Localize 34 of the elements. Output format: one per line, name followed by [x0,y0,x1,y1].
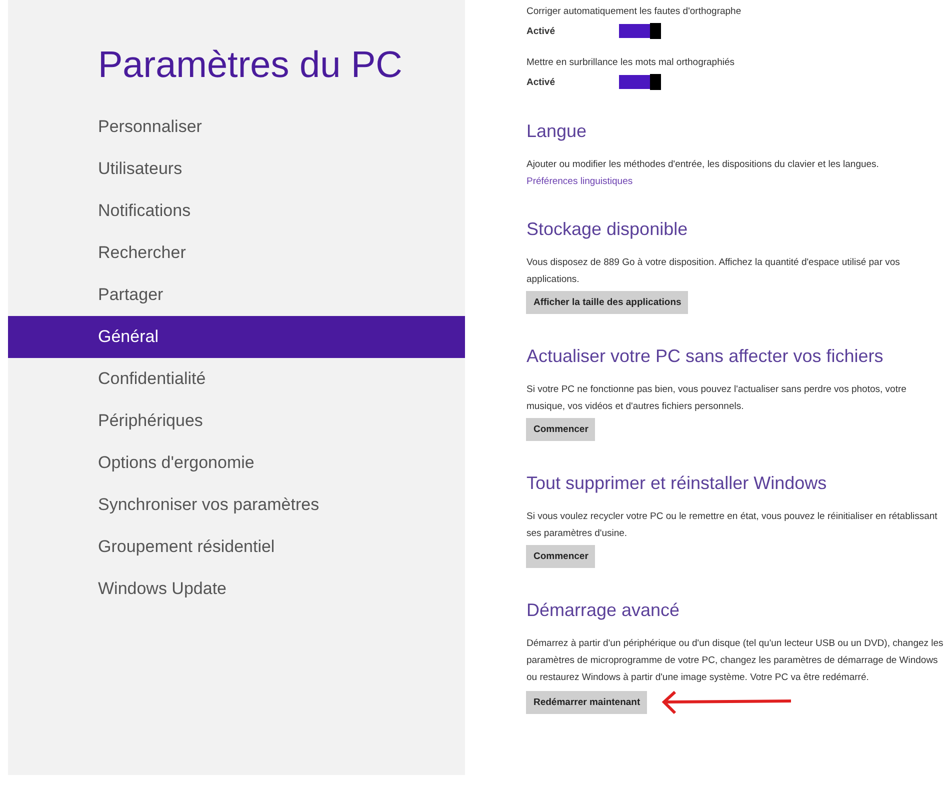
nav-item[interactable]: Confidentialité [8,358,466,400]
nav-item[interactable]: Général [8,316,466,358]
setting-label: Mettre en surbrillance les mots mal orthographiés [526,56,736,69]
toggle-state: Activé [526,26,556,36]
toggle-state: Activé [526,76,556,88]
action-button[interactable]: Afficher la taille des applications [526,291,688,314]
section-description: Si votre PC ne fonctionne pas bien, vous pouvez l'actualiser sans perdre vos photos, votre musique, vos vidéos et d'autres fichiers personnels. [526,383,908,414]
section-heading: Langue [526,121,587,142]
section-description: Vous disposez de 889 Go à votre disposition. Affichez la quantité d'espace utilisé par vos applications. [526,256,901,287]
nav-item[interactable]: Options d'ergonomie [8,442,466,484]
section-description: Démarrez à partir d'un périphérique ou d'un disque (tel qu'un lecteur USB ou un DVD), changez les paramètres de microprogramme de votre PC, changez les paramètres de démarrage de Windows ou restaurez Windows à partir d'une image système. Votre PC va être redémarré. [526,637,944,685]
section-heading: Démarrage avancé [526,600,680,621]
nav-item[interactable]: Groupement résidentiel [8,526,466,568]
action-button[interactable]: Redémarrer maintenant [526,690,648,714]
section-description: Si vous voulez recycler votre PC ou le remettre en état, vous pouvez le réinitialiser en rétablissant ses paramètres d'usine. [526,510,938,541]
action-button[interactable]: Commencer [526,545,596,568]
section-description: Ajouter ou modifier les méthodes d'entrée, les dispositions du clavier et les langues. [526,158,880,172]
nav-item[interactable]: Périphériques [8,400,466,442]
nav-item[interactable]: Personnaliser [8,106,466,148]
nav-item[interactable]: Partager [8,274,466,316]
action-button[interactable]: Commencer [526,418,596,441]
section-heading: Tout supprimer et réinstaller Windows [526,473,827,494]
toggle-switch[interactable] [619,75,662,89]
nav-item[interactable]: Synchroniser vos paramètres [8,484,466,526]
toggle-switch[interactable] [619,24,662,38]
setting-label: Corriger automatiquement les fautes d'orthographe [526,5,742,18]
settings-link[interactable]: Préférences linguistiques [526,176,633,187]
section-heading: Stockage disponible [526,219,688,240]
section-heading: Actualiser votre PC sans affecter vos fichiers [526,346,884,367]
page-title: Paramètres du PC [98,44,402,86]
nav-item[interactable]: Windows Update [8,568,466,610]
nav-item[interactable]: Rechercher [8,232,466,274]
nav-item[interactable]: Utilisateurs [8,148,466,190]
nav-item[interactable]: Notifications [8,190,466,232]
